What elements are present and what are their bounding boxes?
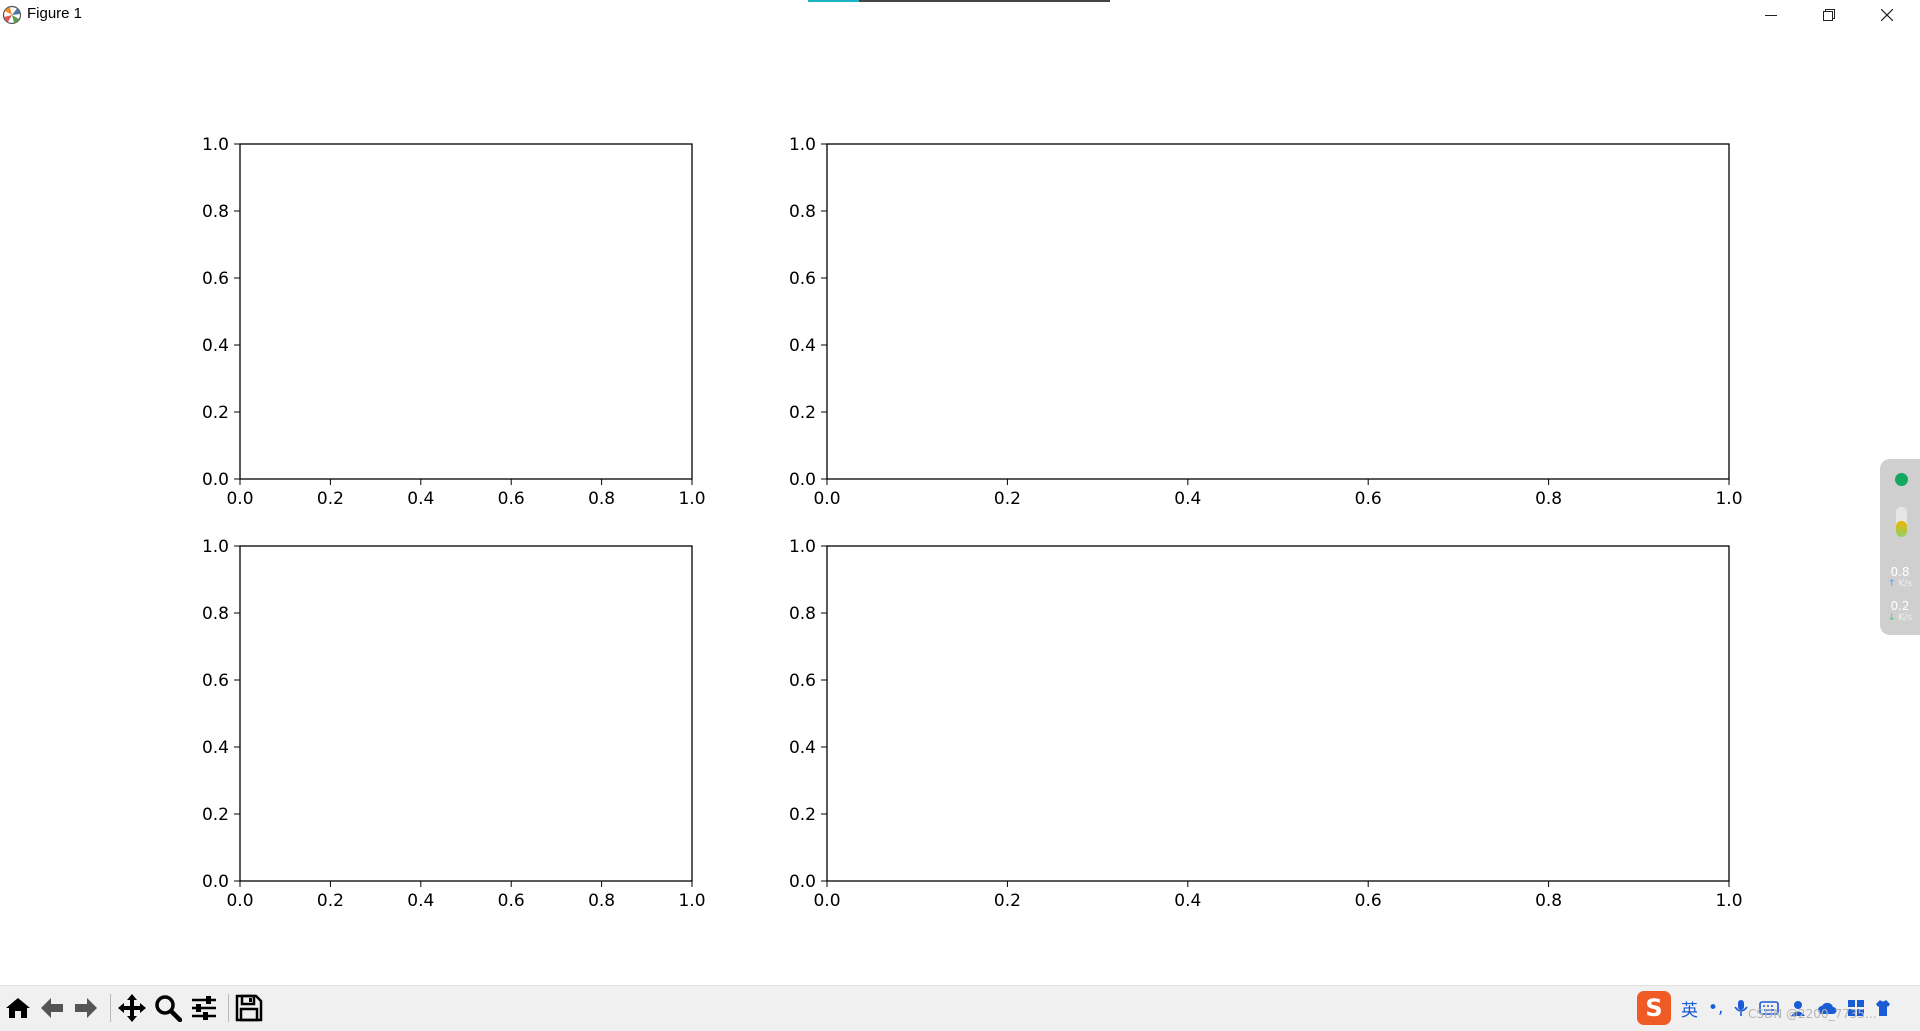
x-tick-label: 0.2 — [317, 891, 344, 911]
arrow-right-icon — [75, 998, 97, 1018]
x-tick-label: 0.6 — [498, 489, 525, 509]
subplots-grid: 0.0 0.2 0.4 0.6 0.8 1.00.00.20.40.60.81.00.0 0… — [202, 135, 1743, 911]
y-tick-label: 0.0 — [202, 872, 229, 892]
ime-language-toggle[interactable]: 英 — [1681, 996, 1698, 1021]
minimize-icon — [1765, 15, 1777, 16]
download-speed-value: 0.2 — [1890, 599, 1910, 613]
y-tick-label: 0.6 — [789, 671, 816, 691]
top-progress-fill — [808, 0, 860, 2]
back-button[interactable] — [36, 992, 68, 1024]
x-tick-label: 0.2 — [994, 489, 1021, 509]
home-icon — [6, 998, 30, 1018]
y-tick-label: 1.0 — [202, 537, 229, 557]
status-indicator — [1895, 473, 1908, 486]
x-tick-label: 0.6 — [1355, 891, 1382, 911]
y-tick-label: 1.0 — [202, 135, 229, 155]
x-tick-label: 0.0 — [226, 489, 253, 509]
download-speed-unit: K/s — [1898, 613, 1913, 623]
figure-canvas[interactable]: 0.0 0.2 0.4 0.6 0.8 1.0 0.0 0.2 0.4 0.6 0.8 1.0 0.0 0… — [0, 30, 1920, 985]
watermark: CSDN @2200_7735... — [1748, 1007, 1877, 1021]
pan-button[interactable] — [116, 992, 148, 1024]
magnifier-icon — [155, 995, 182, 1022]
y-tick-label: 0.4 — [789, 738, 816, 758]
x-tick-label: 0.2 — [994, 891, 1021, 911]
download-arrow-icon: ↓ — [1887, 613, 1896, 623]
sliders-icon — [192, 996, 216, 1020]
move-icon — [118, 994, 146, 1022]
navigation-toolbar — [0, 985, 1920, 1031]
y-tick-label: 1.0 — [789, 537, 816, 557]
y-tick-label: 0.4 — [202, 738, 229, 758]
y-tick-label: 0.6 — [202, 671, 229, 691]
x-tick-label: 0.6 — [1355, 489, 1382, 509]
ime-punctuation-toggle[interactable]: •, — [1708, 998, 1723, 1018]
x-tick-label: 0.6 — [498, 891, 525, 911]
load-gauge — [1896, 507, 1907, 537]
download-speed: 0.2 ↓ K/s — [1880, 600, 1920, 624]
y-tick-label: 0.2 — [202, 403, 229, 423]
matplotlib-icon — [2, 5, 22, 25]
y-tick-label: 0.8 — [202, 202, 229, 222]
y-tick-label: 0.8 — [789, 604, 816, 624]
upload-speed: 0.8 ↑ K/s — [1880, 566, 1920, 590]
x-tick-label: 0.8 — [588, 489, 615, 509]
y-tick-label: 0.2 — [202, 805, 229, 825]
configure-subplots-button[interactable] — [188, 992, 220, 1024]
y-tick-label: 0.6 — [202, 269, 229, 289]
axes-frame — [826, 545, 1730, 882]
y-tick-label: 0.2 — [789, 805, 816, 825]
x-tick-label: 0.0 — [813, 891, 840, 911]
x-tick-label: 0.0 — [226, 891, 253, 911]
floppy-disk-icon — [235, 994, 263, 1022]
minimize-button[interactable] — [1742, 0, 1800, 30]
window-title: Figure 1 — [27, 5, 83, 22]
y-tick-label: 0.4 — [202, 336, 229, 356]
y-tick-label: 0.2 — [789, 403, 816, 423]
x-tick-label: 0.8 — [1535, 489, 1562, 509]
title-bar: Figure 1 — [0, 0, 1920, 30]
toolbar-separator — [228, 994, 229, 1022]
x-tick-label: 0.8 — [588, 891, 615, 911]
close-icon — [1881, 9, 1893, 21]
y-tick-label: 1.0 — [789, 135, 816, 155]
close-button[interactable] — [1858, 0, 1916, 30]
y-tick-label: 0.0 — [202, 470, 229, 490]
network-speed-widget[interactable]: 0.8 ↑ K/s 0.2 ↓ K/s — [1880, 459, 1920, 635]
forward-button[interactable] — [70, 992, 102, 1024]
home-button[interactable] — [2, 992, 34, 1024]
y-tick-label: 0.8 — [789, 202, 816, 222]
x-tick-label: 1.0 — [678, 891, 705, 911]
axes-frame — [239, 545, 693, 882]
maximize-button[interactable] — [1800, 0, 1858, 30]
x-tick-label: 1.0 — [1715, 891, 1742, 911]
x-tick-label: 0.4 — [407, 891, 434, 911]
save-button[interactable] — [233, 992, 265, 1024]
axes-frame — [239, 143, 693, 480]
upload-arrow-icon: ↑ — [1887, 579, 1896, 589]
load-gauge-fill — [1896, 520, 1907, 537]
top-progress-strip — [808, 0, 1110, 2]
x-tick-label: 0.4 — [1174, 489, 1201, 509]
shirt-skin-icon[interactable] — [1875, 999, 1891, 1017]
upload-speed-unit: K/s — [1898, 579, 1913, 589]
zoom-button[interactable] — [152, 992, 184, 1024]
x-tick-label: 0.0 — [813, 489, 840, 509]
y-tick-label: 0.6 — [789, 269, 816, 289]
y-tick-label: 0.0 — [789, 470, 816, 490]
x-tick-label: 0.8 — [1535, 891, 1562, 911]
restore-icon — [1823, 9, 1835, 21]
upload-speed-value: 0.8 — [1890, 565, 1910, 579]
axes-frame — [826, 143, 1730, 480]
x-tick-label: 1.0 — [1715, 489, 1742, 509]
toolbar-separator — [110, 994, 111, 1022]
arrow-left-icon — [41, 998, 63, 1018]
x-tick-label: 0.4 — [407, 489, 434, 509]
sogou-logo-icon[interactable]: S — [1637, 991, 1671, 1025]
y-tick-label: 0.0 — [789, 872, 816, 892]
y-tick-label: 0.4 — [789, 336, 816, 356]
x-tick-label: 0.4 — [1174, 891, 1201, 911]
x-tick-label: 1.0 — [678, 489, 705, 509]
y-tick-label: 0.8 — [202, 604, 229, 624]
x-tick-label: 0.2 — [317, 489, 344, 509]
